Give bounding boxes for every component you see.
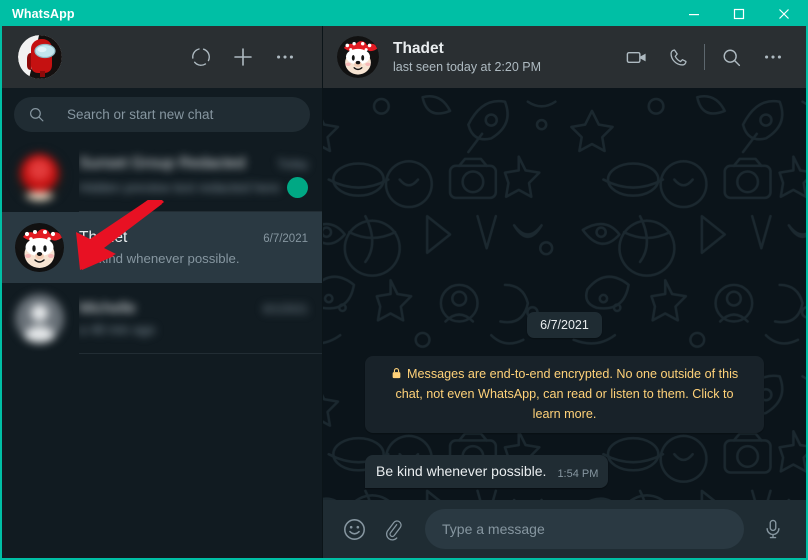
message-time: 1:54 PM <box>557 468 599 480</box>
sidebar-menu-button[interactable] <box>264 36 306 78</box>
message-input-wrapper[interactable] <box>425 509 744 549</box>
sidebar-toolbar <box>2 26 322 88</box>
paperclip-icon <box>385 519 402 540</box>
message-bubble-incoming[interactable]: Be kind whenever possible. 1:54 PM <box>365 455 609 488</box>
message-input[interactable] <box>442 521 727 537</box>
chat-time: Today <box>277 158 308 171</box>
date-divider: 6/7/2021 <box>527 312 602 339</box>
chat-preview: a 48 min ago <box>79 321 156 337</box>
status-button[interactable] <box>180 36 222 78</box>
window-controls <box>671 2 806 26</box>
chat-name: Thadet <box>79 228 128 246</box>
avatar <box>15 152 64 201</box>
chat-name: Michelle <box>79 299 136 317</box>
minimize-icon <box>688 14 699 16</box>
encryption-text: Messages are end-to-end encrypted. No on… <box>395 367 739 421</box>
chat-header: Thadet last seen today at 2:20 PM <box>323 26 806 88</box>
lock-icon <box>391 368 405 381</box>
encryption-notice-row: Messages are end-to-end encrypted. No on… <box>365 356 764 434</box>
message-composer <box>323 500 806 558</box>
new-chat-button[interactable] <box>222 36 264 78</box>
avatar <box>15 223 64 272</box>
chat-list-item-2[interactable]: Michelle 6/1/2021 a 48 min ago <box>2 283 322 354</box>
chat-list-item-0[interactable]: Sunset Group Redacted Today Hidden previ… <box>2 141 322 212</box>
microphone-icon <box>766 519 780 539</box>
chat-panel: Thadet last seen today at 2:20 PM 6/7/20… <box>323 26 806 558</box>
chat-menu-button[interactable] <box>752 36 794 78</box>
video-call-button[interactable] <box>615 36 657 78</box>
emoji-button[interactable] <box>335 510 373 548</box>
whatsapp-window: WhatsApp Search or start new chat Sunset… <box>0 0 808 560</box>
message-row: Be kind whenever possible. 1:54 PM <box>365 455 764 488</box>
contact-info[interactable]: Thadet last seen today at 2:20 PM <box>393 39 615 75</box>
sidebar: Search or start new chat Sunset Group Re… <box>2 26 323 558</box>
date-divider-row: 6/7/2021 <box>365 312 764 339</box>
maximize-icon <box>733 8 744 20</box>
chat-name: Sunset Group Redacted <box>79 154 246 172</box>
close-icon <box>778 9 789 19</box>
chat-preview: Hidden preview text redacted here <box>79 179 280 195</box>
profile-avatar[interactable] <box>18 35 62 79</box>
close-button[interactable] <box>761 2 806 26</box>
phone-icon <box>669 48 687 66</box>
smiley-icon <box>343 518 365 540</box>
video-camera-icon <box>626 51 646 63</box>
more-options-icon <box>277 55 293 59</box>
chat-row-body: Thadet 6/7/2021 Be kind whenever possibl… <box>79 212 322 283</box>
plus-icon <box>234 48 252 66</box>
chat-time: 6/1/2021 <box>263 303 308 316</box>
search-icon <box>723 49 740 66</box>
search-bar: Search or start new chat <box>2 88 322 141</box>
chat-list-item-thadet[interactable]: Thadet 6/7/2021 Be kind whenever possibl… <box>2 212 322 283</box>
contact-avatar[interactable] <box>337 36 379 78</box>
voice-message-button[interactable] <box>754 510 792 548</box>
chat-row-body: Sunset Group Redacted Today Hidden previ… <box>79 141 322 212</box>
unread-badge <box>287 176 308 198</box>
header-divider <box>704 44 705 70</box>
contact-name: Thadet <box>393 40 444 58</box>
status-circle-icon <box>192 48 210 66</box>
main-body: Search or start new chat Sunset Group Re… <box>2 26 806 558</box>
chat-search-button[interactable] <box>710 36 752 78</box>
search-pill[interactable]: Search or start new chat <box>14 97 310 132</box>
message-area: 6/7/2021 Messages are end-to-end encrypt… <box>323 88 806 500</box>
message-text: Be kind whenever possible. <box>376 463 547 480</box>
attach-button[interactable] <box>373 510 411 548</box>
minimize-button[interactable] <box>671 2 716 26</box>
maximize-button[interactable] <box>716 2 761 26</box>
chat-row-body: Michelle 6/1/2021 a 48 min ago <box>79 283 322 354</box>
chat-time: 6/7/2021 <box>263 232 308 245</box>
chat-preview: Be kind whenever possible. <box>79 250 240 266</box>
chat-wallpaper-doodle-pattern <box>323 88 806 500</box>
app-title: WhatsApp <box>12 7 75 21</box>
contact-status: last seen today at 2:20 PM <box>393 59 542 74</box>
encryption-notice[interactable]: Messages are end-to-end encrypted. No on… <box>365 356 764 434</box>
avatar <box>15 294 64 343</box>
voice-call-button[interactable] <box>657 36 699 78</box>
chat-list[interactable]: Sunset Group Redacted Today Hidden previ… <box>2 141 322 558</box>
search-placeholder: Search or start new chat <box>67 107 214 122</box>
title-bar: WhatsApp <box>2 2 806 26</box>
search-icon <box>28 106 45 123</box>
more-options-icon <box>765 55 781 59</box>
